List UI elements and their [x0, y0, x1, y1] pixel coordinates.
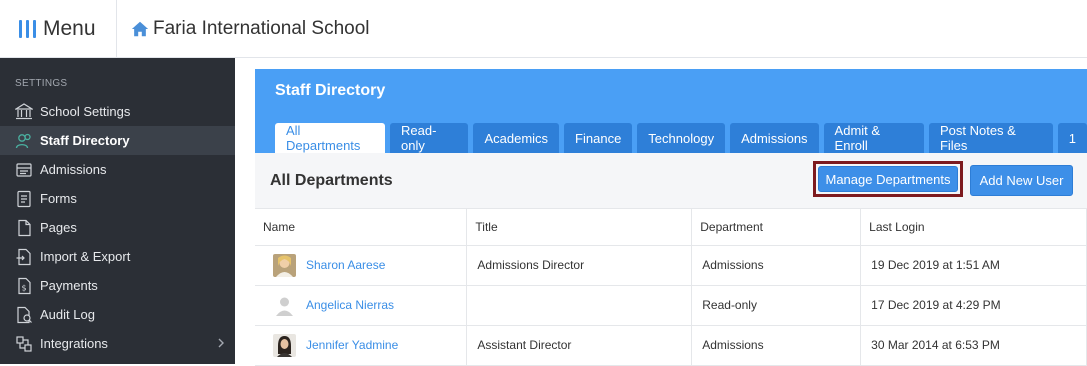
- title-cell: [466, 285, 693, 326]
- pages-icon: [14, 218, 34, 238]
- tab-admissions[interactable]: Admissions: [730, 123, 819, 153]
- payments-icon: $: [14, 276, 34, 296]
- tab-post-notes-files[interactable]: Post Notes & Files: [928, 123, 1053, 153]
- sidebar-item-label: Staff Directory: [40, 133, 130, 148]
- avatar: [273, 253, 296, 277]
- name-cell: Jennifer Yadmine: [255, 325, 468, 366]
- tab-more[interactable]: 1: [1057, 123, 1087, 153]
- school-title[interactable]: Faria International School: [131, 0, 370, 58]
- main-panel: Staff Directory All Departments Read-onl…: [255, 69, 1087, 366]
- avatar: [273, 333, 296, 357]
- menu-label: Menu: [43, 17, 96, 40]
- last-login-cell: 30 Mar 2014 at 6:53 PM: [860, 325, 1087, 366]
- admissions-icon: [14, 160, 34, 180]
- menu-button[interactable]: Menu: [0, 0, 117, 58]
- sidebar-item-label: Integrations: [40, 336, 108, 351]
- sidebar-item-payments[interactable]: $ Payments: [0, 271, 235, 300]
- sidebar-menu: School Settings Staff Directory Admissio…: [0, 97, 235, 358]
- staff-name-link[interactable]: Angelica Nierras: [306, 298, 394, 312]
- staff-table: Name Title Department Last Login Sharon …: [255, 209, 1087, 366]
- name-cell: Angelica Nierras: [255, 285, 468, 326]
- sidebar-item-forms[interactable]: Forms: [0, 184, 235, 213]
- sidebar-item-label: School Settings: [40, 104, 131, 119]
- sidebar-item-label: Audit Log: [40, 307, 95, 322]
- department-cell: Admissions: [691, 245, 862, 286]
- page-title: Staff Directory: [275, 82, 386, 99]
- tab-read-only[interactable]: Read-only: [390, 123, 469, 153]
- sidebar-item-label: Admissions: [40, 162, 107, 177]
- title-cell: Assistant Director: [466, 325, 693, 366]
- top-bar: Menu Faria International School: [0, 0, 1087, 58]
- home-icon: [131, 21, 149, 37]
- sidebar-item-label: Import & Export: [40, 249, 131, 264]
- tab-finance[interactable]: Finance: [564, 123, 633, 153]
- table-header-row: Name Title Department Last Login: [255, 209, 1087, 246]
- table-row: Angelica Nierras Read-only 17 Dec 2019 a…: [255, 285, 1087, 326]
- school-name: Faria International School: [153, 18, 370, 39]
- forms-icon: [14, 189, 34, 209]
- sidebar-item-label: Pages: [40, 220, 77, 235]
- title-cell: Admissions Director: [466, 245, 693, 286]
- sidebar-item-audit-log[interactable]: Audit Log: [0, 300, 235, 329]
- integrations-icon: [14, 334, 34, 354]
- manage-departments-button[interactable]: Manage Departments: [818, 166, 958, 192]
- import-export-icon: [14, 247, 34, 267]
- sidebar-item-staff-directory[interactable]: Staff Directory: [0, 126, 235, 155]
- column-header-name[interactable]: Name: [255, 209, 468, 246]
- column-header-last-login[interactable]: Last Login: [860, 209, 1087, 246]
- chevron-right-icon: [218, 338, 224, 348]
- sidebar-item-label: Payments: [40, 278, 98, 293]
- tab-academics[interactable]: Academics: [473, 123, 560, 153]
- sidebar-item-import-export[interactable]: Import & Export: [0, 242, 235, 271]
- sidebar: SETTINGS School Settings Staff Directory…: [0, 58, 235, 364]
- manage-departments-highlight: Manage Departments: [813, 161, 963, 197]
- sidebar-item-label: Forms: [40, 191, 77, 206]
- sidebar-section-label: SETTINGS: [15, 78, 68, 89]
- last-login-cell: 17 Dec 2019 at 4:29 PM: [860, 285, 1087, 326]
- tab-admit-enroll[interactable]: Admit & Enroll: [823, 123, 924, 153]
- table-row: Jennifer Yadmine Assistant Director Admi…: [255, 325, 1087, 366]
- directory-header: Staff Directory All Departments Read-onl…: [255, 69, 1087, 153]
- sidebar-item-admissions[interactable]: Admissions: [0, 155, 235, 184]
- department-cell: Admissions: [691, 325, 862, 366]
- last-login-cell: 19 Dec 2019 at 1:51 AM: [860, 245, 1087, 286]
- section-heading: All Departments: [270, 172, 393, 189]
- menu-icon: [19, 20, 36, 38]
- table-row: Sharon Aarese Admissions Director Admiss…: [255, 245, 1087, 286]
- audit-log-icon: [14, 305, 34, 325]
- avatar-placeholder: [273, 293, 296, 317]
- column-header-department[interactable]: Department: [691, 209, 862, 246]
- tab-all-departments[interactable]: All Departments: [275, 123, 386, 153]
- add-new-user-button[interactable]: Add New User: [970, 165, 1073, 196]
- department-cell: Read-only: [691, 285, 862, 326]
- section-toolbar: All Departments Manage Departments Add N…: [255, 153, 1087, 209]
- sidebar-item-school-settings[interactable]: School Settings: [0, 97, 235, 126]
- staff-name-link[interactable]: Jennifer Yadmine: [306, 338, 398, 352]
- name-cell: Sharon Aarese: [255, 245, 468, 286]
- users-icon: [14, 131, 34, 151]
- svg-text:$: $: [22, 283, 27, 292]
- school-icon: [14, 102, 34, 122]
- department-tabs: All Departments Read-only Academics Fina…: [275, 123, 1087, 153]
- tab-technology[interactable]: Technology: [637, 123, 726, 153]
- sidebar-item-integrations[interactable]: Integrations: [0, 329, 235, 358]
- sidebar-item-pages[interactable]: Pages: [0, 213, 235, 242]
- staff-name-link[interactable]: Sharon Aarese: [306, 258, 385, 272]
- column-header-title[interactable]: Title: [466, 209, 693, 246]
